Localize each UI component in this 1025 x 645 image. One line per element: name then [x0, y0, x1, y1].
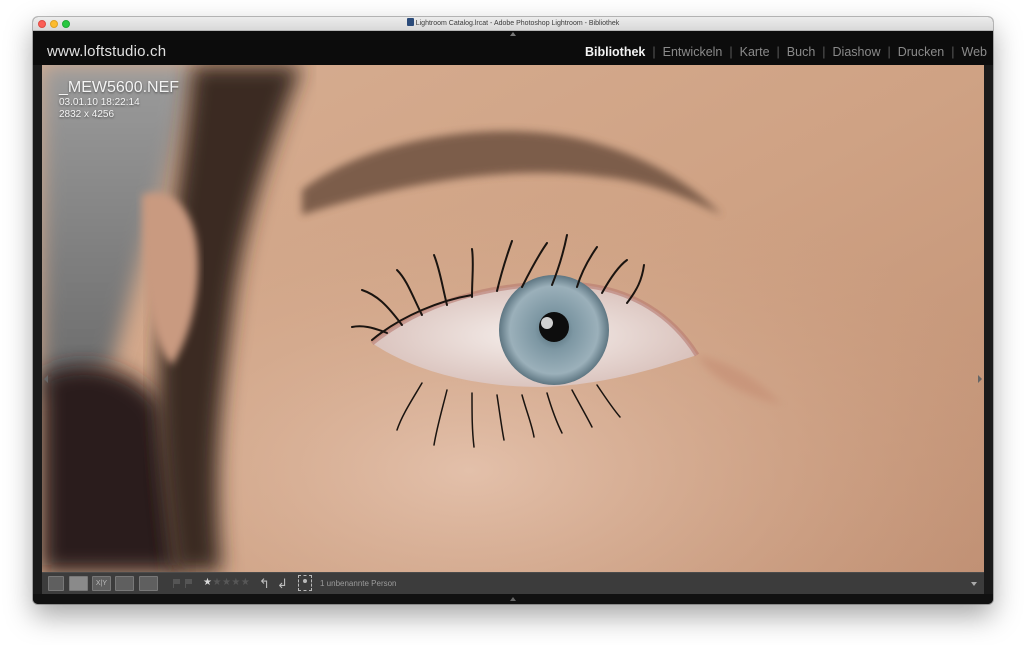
collapse-right-panel-icon[interactable] [978, 375, 982, 383]
module-divider: | [729, 45, 733, 59]
photo-info-overlay: _MEW5600.NEF 03.01.10 18:22:14 2832 x 42… [59, 79, 179, 121]
identity-plate: www.loftstudio.ch [47, 43, 167, 60]
survey-view-icon[interactable] [115, 576, 134, 591]
window-title-wrapper: Lightroom Catalog.lrcat - Adobe Photosho… [33, 17, 993, 31]
toolbar-content-chevron-icon[interactable] [971, 582, 977, 586]
grid-view-icon[interactable] [48, 576, 64, 591]
photo-filename: _MEW5600.NEF [59, 79, 180, 96]
module-divider: | [887, 45, 891, 59]
eye-photo [42, 65, 984, 572]
library-toolbar: X|Y ★★★★★ ↰ ↲ 1 unbenannte Person [42, 572, 984, 594]
people-view-icon[interactable] [139, 576, 158, 591]
star-rating[interactable]: ★★★★★ [203, 577, 250, 588]
reject-flag-icon[interactable] [185, 579, 193, 588]
module-web[interactable]: Web [962, 45, 987, 59]
filmstrip-collapsed-bar [33, 594, 993, 604]
module-divider: | [951, 45, 955, 59]
collapse-filmstrip-icon[interactable] [510, 597, 516, 601]
module-divider: | [652, 45, 656, 59]
module-buch[interactable]: Buch [787, 45, 816, 59]
module-bibliothek[interactable]: Bibliothek [585, 45, 645, 59]
module-karte[interactable]: Karte [740, 45, 770, 59]
catalog-document-icon [406, 18, 414, 26]
title-bar[interactable]: Lightroom Catalog.lrcat - Adobe Photosho… [33, 17, 993, 31]
module-entwickeln[interactable]: Entwickeln [663, 45, 723, 59]
photo-capture-date: 03.01.10 18:22:14 [59, 97, 140, 108]
module-diashow[interactable]: Diashow [833, 45, 881, 59]
star-2-icon[interactable]: ★ [212, 577, 221, 588]
module-picker: Bibliothek | Entwickeln | Karte | Buch | Diashow… [585, 45, 987, 59]
collapse-top-panel-icon[interactable] [510, 32, 516, 36]
collapse-left-panel-icon[interactable] [44, 375, 48, 383]
window-title: Lightroom Catalog.lrcat - Adobe Photosho… [415, 20, 620, 27]
module-divider: | [822, 45, 826, 59]
module-drucken[interactable]: Drucken [898, 45, 945, 59]
lightroom-window: Lightroom Catalog.lrcat - Adobe Photosho… [33, 17, 993, 604]
loupe-view-icon[interactable] [69, 576, 88, 591]
photo-dimensions: 2832 x 4256 [59, 109, 115, 120]
module-divider: | [776, 45, 780, 59]
module-bar: www.loftstudio.ch Bibliothek | Entwickeln |… [33, 31, 993, 65]
star-4-icon[interactable]: ★ [231, 577, 240, 588]
star-5-icon[interactable]: ★ [241, 577, 250, 588]
face-region-icon[interactable] [298, 575, 312, 591]
rotate-left-icon[interactable]: ↰ [259, 576, 270, 592]
rotate-right-icon[interactable]: ↲ [277, 576, 288, 592]
star-3-icon[interactable]: ★ [222, 577, 231, 588]
compare-view-icon[interactable]: X|Y [92, 576, 111, 591]
person-count-label: 1 unbenannte Person [320, 579, 397, 588]
pick-flag-icon[interactable] [173, 579, 181, 588]
loupe-viewer[interactable]: _MEW5600.NEF 03.01.10 18:22:14 2832 x 42… [42, 65, 984, 572]
